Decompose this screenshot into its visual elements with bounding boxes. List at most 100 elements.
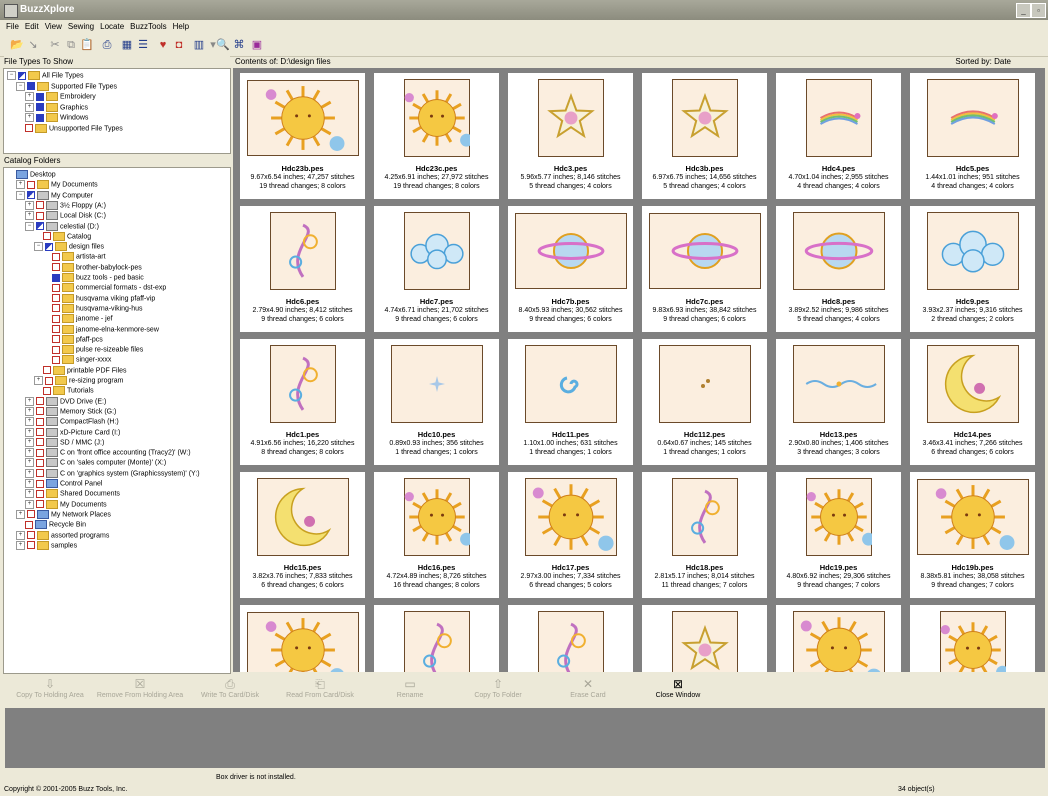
checkbox[interactable] (25, 520, 33, 529)
menu-locate[interactable]: Locate (100, 22, 124, 31)
remove-from-holding-area-button[interactable]: ☒ Remove From Holding Area (90, 676, 190, 706)
checkbox[interactable] (36, 92, 44, 101)
expand-icon[interactable]: + (25, 406, 34, 416)
grid-icon[interactable]: ▥ (192, 38, 206, 52)
expand-icon[interactable]: + (25, 211, 34, 221)
sewing-icon[interactable]: ♥ (156, 38, 170, 52)
copy-to-folder-button[interactable]: ⇧ Copy To Folder (448, 676, 548, 706)
print-icon[interactable]: ⎙ (100, 38, 114, 52)
checkbox[interactable] (52, 335, 60, 344)
tree-item[interactable]: husqvarna-viking-hus (43, 303, 143, 314)
checkbox[interactable] (52, 294, 60, 303)
checkbox[interactable] (43, 386, 51, 395)
expand-icon[interactable]: + (25, 448, 34, 458)
checkbox[interactable] (36, 407, 44, 416)
copy-to-holding-area-button[interactable]: ⇩ Copy To Holding Area (0, 676, 100, 706)
design-tile[interactable]: Hdc4.pes 4.70x1.04 inches; 2,955 stitches… (776, 73, 901, 199)
tree-item[interactable]: buzz tools - ped basic (43, 273, 144, 283)
tree-item[interactable]: + My Documents (16, 180, 98, 190)
tree-item[interactable]: + C on 'front office accounting (Tracy2)'… (25, 448, 191, 458)
tree-item[interactable]: Desktop (7, 170, 56, 180)
design-tile[interactable]: Hdc17.pes 2.97x3.00 inches; 7,334 stitche… (508, 472, 633, 598)
checkbox[interactable] (43, 366, 51, 375)
expand-icon[interactable]: + (25, 200, 34, 210)
zoom-icon[interactable]: 🔍 (216, 38, 230, 52)
design-tile[interactable] (508, 605, 633, 672)
tree-item[interactable]: artista-art (43, 252, 106, 262)
checkbox[interactable] (36, 489, 44, 498)
tree-item[interactable]: Recycle Bin (16, 520, 86, 530)
tree-item[interactable]: Catalog (34, 231, 91, 242)
tree-item[interactable]: + xD-Picture Card (I:) (25, 427, 120, 438)
checkbox[interactable] (52, 345, 60, 354)
details-view-icon[interactable]: ☰ (136, 38, 150, 52)
checkbox[interactable] (27, 82, 35, 90)
expand-icon[interactable]: + (25, 92, 34, 101)
checkbox[interactable] (36, 201, 44, 210)
design-tile[interactable] (910, 605, 1035, 672)
collapse-icon[interactable]: − (16, 81, 25, 91)
checkbox[interactable] (36, 438, 44, 447)
tree-item[interactable]: − All File Types (7, 71, 84, 81)
checkbox[interactable] (25, 124, 33, 132)
tree-item[interactable]: brother-babylock-pes (43, 262, 142, 273)
open-arrow-icon[interactable]: ↘ (26, 38, 40, 52)
tree-item[interactable]: + CompactFlash (H:) (25, 417, 119, 427)
design-tile[interactable]: Hdc7.pes 4.74x6.71 inches; 21,702 stitche… (374, 206, 499, 332)
menu-sewing[interactable]: Sewing (68, 22, 94, 31)
design-tile[interactable]: Hdc14.pes 3.46x3.41 inches; 7,266 stitche… (910, 339, 1035, 465)
design-tile[interactable]: Hdc15.pes 3.82x3.76 inches; 7,833 stitche… (240, 472, 365, 598)
collapse-icon[interactable]: − (34, 242, 43, 252)
tree-item[interactable]: + DVD Drive (E:) (25, 396, 106, 407)
checkbox[interactable] (18, 71, 26, 80)
tree-item[interactable]: − Supported File Types (16, 81, 117, 92)
tree-item[interactable]: + samples (16, 540, 77, 551)
design-tile[interactable]: Hdc9.pes 3.93x2.37 inches; 9,316 stitches… (910, 206, 1035, 332)
checkbox[interactable] (36, 479, 44, 488)
tree-item[interactable]: + My Documents (25, 499, 107, 510)
design-tile[interactable] (240, 605, 365, 672)
checkbox[interactable] (36, 458, 44, 467)
menu-help[interactable]: Help (173, 22, 189, 31)
tree-item[interactable]: Unsupported File Types (16, 123, 123, 134)
checkbox[interactable] (52, 325, 60, 333)
menu-view[interactable]: View (45, 22, 62, 31)
tree-item[interactable]: commercial formats - dst-exp (43, 283, 166, 293)
checkbox[interactable] (52, 304, 60, 313)
design-tile[interactable]: Hdc8.pes 3.89x2.52 inches; 9,986 stitches… (776, 206, 901, 332)
tree-item[interactable]: + SD / MMC (J:) (25, 437, 104, 448)
design-tile[interactable]: Hdc16.pes 4.72x4.89 inches; 8,726 stitche… (374, 472, 499, 598)
menu-buzztools[interactable]: BuzzTools (130, 22, 166, 31)
checkbox[interactable] (36, 500, 44, 509)
design-tile[interactable]: Hdc112.pes 0.64x0.67 inches; 145 stitches… (642, 339, 767, 465)
checkbox[interactable] (52, 355, 60, 364)
design-tile[interactable]: Hdc3b.pes 6.97x6.75 inches; 14,656 stitch… (642, 73, 767, 199)
checkbox[interactable] (52, 314, 60, 323)
checkbox[interactable] (36, 211, 44, 220)
checkbox[interactable] (36, 417, 44, 426)
copy-icon[interactable]: ⧉ (64, 38, 78, 52)
checkbox[interactable] (45, 376, 53, 385)
open-icon[interactable]: 📂 (10, 38, 24, 52)
tree-item[interactable]: + Memory Stick (G:) (25, 406, 116, 417)
tree-item[interactable]: singer-xxxx (43, 355, 111, 365)
tree-item[interactable]: − celestial (D:) (25, 221, 99, 232)
large-icons-icon[interactable]: ▦ (120, 38, 134, 52)
design-tile[interactable]: Hdc7c.pes 9.83x6.93 inches; 38,842 stitch… (642, 206, 767, 332)
expand-icon[interactable]: + (25, 458, 34, 468)
tree-item[interactable]: janome - jef (43, 314, 113, 324)
design-tile[interactable]: Hdc19b.pes 8.38x5.81 inches; 38,058 stitc… (910, 472, 1035, 598)
checkbox[interactable] (52, 273, 60, 282)
expand-icon[interactable]: + (25, 113, 34, 122)
design-tile[interactable]: Hdc7b.pes 8.40x5.93 inches; 30,562 stitch… (508, 206, 633, 332)
tree-item[interactable]: + Graphics (25, 102, 88, 113)
sort-label[interactable]: Sorted by: Date (955, 56, 1011, 68)
design-tile[interactable] (642, 605, 767, 672)
expand-icon[interactable]: + (25, 427, 34, 437)
tree-item[interactable]: + C on 'graphics system (Graphicssystem)'… (25, 468, 200, 479)
close-window-button[interactable]: ⊠ Close Window (628, 676, 728, 706)
expand-icon[interactable]: + (16, 530, 25, 540)
paste-icon[interactable]: 📋 (80, 38, 94, 52)
tree-item[interactable]: + re-sizing program (34, 376, 123, 386)
read-from-card-disk-button[interactable]: ⎗ Read From Card/Disk (270, 676, 370, 706)
